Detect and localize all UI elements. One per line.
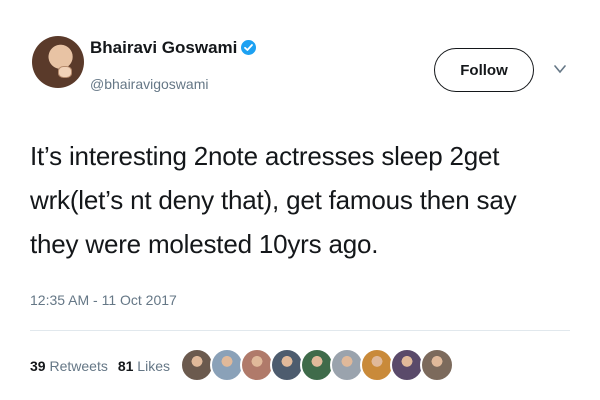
liker-avatar[interactable] (210, 348, 244, 382)
engagement-stats: 39 Retweets 81 Likes (30, 358, 170, 374)
liker-avatar[interactable] (180, 348, 214, 382)
verified-badge-icon (241, 40, 257, 55)
chevron-down-icon[interactable] (554, 64, 566, 74)
liker-avatar[interactable] (390, 348, 424, 382)
tweet-text-line: It’s interesting 2note actresses sleep 2… (30, 141, 500, 171)
liker-avatar[interactable] (270, 348, 304, 382)
follow-button[interactable]: Follow (434, 48, 534, 92)
retweets-count: 39 (30, 358, 46, 374)
tweet-text-line: wrk(let’s nt deny that), get famous then… (30, 185, 517, 215)
avatar[interactable] (32, 36, 84, 88)
likers-avatars (180, 348, 454, 382)
likes-count: 81 (117, 358, 134, 374)
retweets-stat[interactable]: 39 Retweets (30, 358, 108, 374)
liker-avatar[interactable] (420, 348, 454, 382)
divider (30, 330, 570, 331)
author-handle[interactable]: @bhairavigoswami (90, 76, 208, 92)
liker-avatar[interactable] (300, 348, 334, 382)
likes-label: Likes (137, 358, 170, 374)
liker-avatar[interactable] (240, 348, 274, 382)
tweet-timestamp[interactable]: 12:35 AM - 11 Oct 2017 (30, 292, 177, 308)
tweet-text-line: they were molested 10yrs ago. (30, 229, 379, 259)
liker-avatar[interactable] (360, 348, 394, 382)
author-header[interactable]: Bhairavi Goswami (90, 38, 257, 58)
liker-avatar[interactable] (330, 348, 364, 382)
author-name[interactable]: Bhairavi Goswami (90, 38, 237, 57)
tweet-text: It’s interesting 2note actresses sleep 2… (30, 134, 570, 266)
retweets-label: Retweets (49, 358, 108, 374)
likes-stat[interactable]: 81 Likes (118, 358, 170, 374)
